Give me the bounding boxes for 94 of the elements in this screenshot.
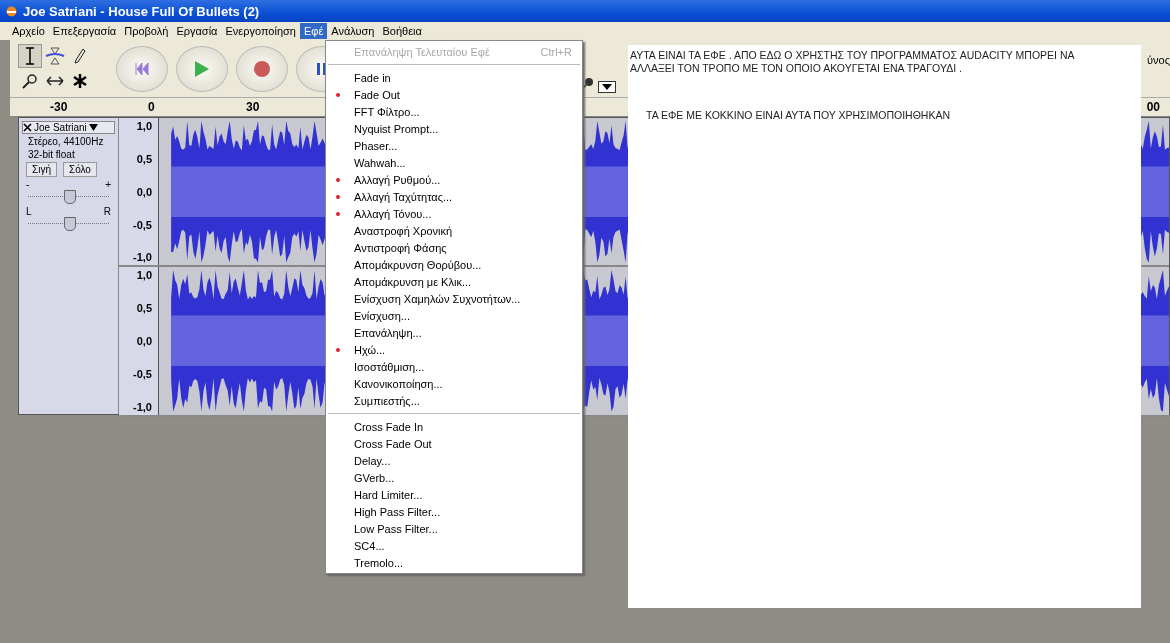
menu-item[interactable]: FFT Φίλτρο... <box>326 103 582 120</box>
menu-item[interactable]: Απομάκρυνση Θορύβου... <box>326 256 582 273</box>
menu-item[interactable]: High Pass Filter... <box>326 503 582 520</box>
menu-bar-item[interactable]: Βοήθεια <box>378 23 426 39</box>
note-text: ΤΑ ΕΦΕ ΜΕ ΚΟΚΚΙΝΟ ΕΙΝΑΙ ΑΥΤΑ ΠΟΥ ΧΡΗΣΙΜΟΠΟΙΗΘΗΚΑΝ <box>645 108 951 121</box>
menu-item-label: Fade in <box>354 71 391 84</box>
track-info: 32-bit float <box>27 149 76 160</box>
menu-item-label: Αναστροφή Χρονική <box>354 224 453 237</box>
menu-item[interactable]: Αλλαγή Ρυθμού... <box>326 171 582 188</box>
menu-bar-item[interactable]: Επεξεργασία <box>48 23 121 39</box>
scale-label: 0,5 <box>136 152 152 165</box>
menu-item[interactable]: Αντιστροφή Φάσης <box>326 239 582 256</box>
menu-item[interactable]: Low Pass Filter... <box>326 520 582 537</box>
menu-item-label: Ισοστάθμιση... <box>354 360 425 373</box>
scale-label: 1,0 <box>136 120 152 132</box>
menu-bar-item[interactable]: Αρχείο <box>8 23 49 39</box>
menu-item[interactable]: Ισοστάθμιση... <box>326 358 582 375</box>
menu-item-label: Απομάκρυνση με Κλικ... <box>354 275 472 288</box>
menu-item[interactable]: Tremolo... <box>326 554 582 571</box>
menu-item[interactable]: Phaser... <box>326 137 582 154</box>
track-button[interactable]: Σιγή <box>26 162 57 177</box>
menu-item[interactable]: Hard Limiter... <box>326 486 582 503</box>
menu-item[interactable]: Cross Fade In <box>326 418 582 435</box>
menu-item[interactable]: Delay... <box>326 452 582 469</box>
menu-item-label: SC4... <box>354 539 385 552</box>
menu-item[interactable]: Αλλαγή Τόνου... <box>326 205 582 222</box>
menu-item[interactable]: Αλλαγή Ταχύτητας... <box>326 188 582 205</box>
pan-min-label: L <box>26 206 32 217</box>
menu-item[interactable]: Nyquist Prompt... <box>326 120 582 137</box>
menu-item-label: Ηχώ... <box>354 343 386 356</box>
menu-item-label: Επανάληψη... <box>354 326 422 339</box>
menu-item-label: Κανονικοποίηση... <box>354 377 443 390</box>
menu-item-label: Αντιστροφή Φάσης <box>354 241 447 254</box>
menu-item[interactable]: Ηχώ... <box>326 341 582 358</box>
scale-label: 1,0 <box>136 269 152 282</box>
menu-item-label: Delay... <box>354 454 391 467</box>
toolbar-label: ύνος <box>1147 54 1170 66</box>
menu-item-label: GVerb... <box>354 471 395 484</box>
menu-bar-item[interactable]: Ανάλυση <box>327 23 379 39</box>
gain-min-label: - <box>26 179 30 190</box>
pan-max-label: R <box>103 206 111 217</box>
note-text: ΑΥΤΑ ΕΙΝΑΙ ΤΑ ΕΦΕ . ΑΠΟ ΕΔΩ Ο ΧΡΗΣΤΗΣ ΤΟΥ ΠΡΟΓΡΑΜΜΑΤΟΣ AUDACITY ΜΠΟΡΕΙ ΝΑ ΑΛΛΑΞΕΙ ΤΟΝ ΤΡΟΠΟ ΜΕ ΤΟΝ ΟΠΟΙΟ ΑΚΟΥΓΕΤΑΙ ΕΝΑ ΤΡΑΓΟΥΔΙ . <box>629 48 1076 75</box>
menu-item[interactable]: Ενίσχυση Χαμηλών Συχνοτήτων... <box>326 290 582 307</box>
menu-item-label: Tremolo... <box>354 556 404 569</box>
menu-item[interactable]: Συμπιεστής... <box>326 392 582 409</box>
menu-bar-item[interactable]: Προβολή <box>120 23 173 39</box>
menu-item-label: Nyquist Prompt... <box>354 122 439 135</box>
ruler-label: 00 <box>1146 100 1160 114</box>
menu-item-label: Hard Limiter... <box>354 488 423 501</box>
scale-label: 0,0 <box>136 335 152 348</box>
menu-bar-item[interactable]: Εφέ <box>299 23 328 39</box>
menu-item-label: Low Pass Filter... <box>354 522 438 535</box>
menu-item[interactable]: Κανονικοποίηση... <box>326 375 582 392</box>
menu-item-label: Αλλαγή Ρυθμού... <box>354 173 441 186</box>
track-button[interactable]: Σόλο <box>62 162 97 177</box>
track-info: Στέρεο, 44100Hz <box>27 136 105 147</box>
menu-bar-item[interactable]: Ενεργοποίηση <box>221 23 300 39</box>
menu-item-label: Wahwah... <box>354 156 406 169</box>
menu-item-label: Αλλαγή Τόνου... <box>354 207 432 220</box>
menu-item[interactable]: Fade in <box>326 69 582 86</box>
menu-item[interactable]: SC4... <box>326 537 582 554</box>
gain-max-label: + <box>105 179 111 190</box>
menu-item-label: Συμπιεστής... <box>354 394 420 407</box>
menu-item-label: Επανάληψη Τελευταίου Εφέ <box>354 45 490 58</box>
menu-item[interactable]: Αναστροφή Χρονική <box>326 222 582 239</box>
menu-item[interactable]: Fade Out <box>326 86 582 103</box>
shortcut-label: Ctrl+R <box>540 45 572 58</box>
menu-item-label: Αλλαγή Ταχύτητας... <box>354 190 453 203</box>
ruler-label: -30 <box>50 100 68 114</box>
ruler-label: 0 <box>148 100 155 114</box>
menu-item[interactable]: Ενίσχυση... <box>326 307 582 324</box>
scale-label: -0,5 <box>133 368 152 381</box>
menu-item[interactable]: Απομάκρυνση με Κλικ... <box>326 273 582 290</box>
menu-item[interactable]: Cross Fade Out <box>326 435 582 452</box>
menu-item[interactable]: Επανάληψη... <box>326 324 582 341</box>
menu-bar-item[interactable]: Εργασία <box>172 23 222 39</box>
menu-item-label: Ενίσχυση... <box>354 309 410 322</box>
menu-item[interactable]: Wahwah... <box>326 154 582 171</box>
scale-label: 0,0 <box>136 185 152 198</box>
menu-item-label: Phaser... <box>354 139 398 152</box>
menu-item-label: Cross Fade Out <box>354 437 432 450</box>
scale-label: -1,0 <box>133 251 152 264</box>
window-title: Joe Satriani - House Full Of Bullets (2) <box>23 3 260 19</box>
scale-label: -0,5 <box>133 218 152 231</box>
menu-item-label: Απομάκρυνση Θορύβου... <box>354 258 482 271</box>
menu-item-label: Ενίσχυση Χαμηλών Συχνοτήτων... <box>354 292 521 305</box>
scale-label: -1,0 <box>133 400 152 413</box>
menu-item-label: High Pass Filter... <box>354 505 441 518</box>
menu-item-label: Cross Fade In <box>354 420 424 433</box>
scale-label: 0,5 <box>136 302 152 315</box>
menu-item-label: Fade Out <box>354 88 400 101</box>
menu-item[interactable]: GVerb... <box>326 469 582 486</box>
ruler-label: 30 <box>246 100 260 114</box>
menu-item-label: FFT Φίλτρο... <box>354 105 420 118</box>
